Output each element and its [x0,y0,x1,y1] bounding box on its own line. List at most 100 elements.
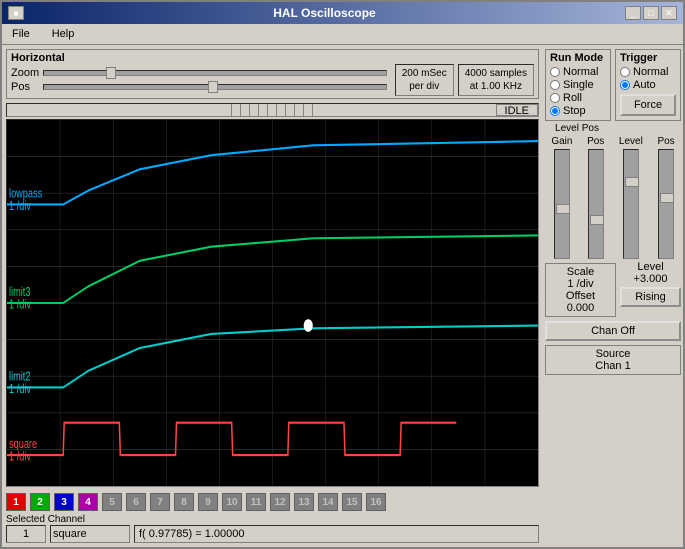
idle-button[interactable]: IDLE [496,104,538,116]
pos-slider-wrapper: Pos [587,136,604,259]
gain-label: Gain [551,136,572,147]
trig-level-slider-track [623,149,639,259]
pos-slider-thumb[interactable] [208,81,218,93]
run-mode-stop: Stop [550,105,606,117]
main-content: Horizontal Zoom Pos [2,45,683,547]
force-button[interactable]: Force [620,94,676,116]
menu-file[interactable]: File [6,26,36,42]
run-mode-single: Single [550,79,606,91]
channel-btn-12[interactable]: 12 [270,493,290,511]
trigger-auto-radio[interactable] [620,80,630,90]
trigger-auto-label: Auto [633,79,656,91]
channel-btn-10[interactable]: 10 [222,493,242,511]
run-mode-roll-radio[interactable] [550,93,560,103]
trig-level-slider-thumb[interactable] [625,177,639,187]
run-mode-single-label: Single [563,79,594,91]
svg-text:1 /div: 1 /div [9,298,31,312]
run-mode-roll: Roll [550,92,606,104]
zoom-slider-track [43,70,387,76]
selected-channel-label: Selected Channel [6,514,539,525]
formula-display: f( 0.97785) = 1.00000 [134,525,539,543]
zoom-label: Zoom [11,67,39,79]
trigger-normal: Normal [620,66,676,78]
run-mode-title: Run Mode [550,52,606,64]
selected-channel-row: f( 0.97785) = 1.00000 [6,525,539,543]
trig-pos-slider-track [658,149,674,259]
offset-label: Offset [550,290,611,302]
vert-pos-slider-thumb[interactable] [590,215,604,225]
run-mode-normal-radio[interactable] [550,67,560,77]
run-mode-normal: Normal [550,66,606,78]
gain-slider-thumb[interactable] [556,204,570,214]
run-mode-box: Run Mode Normal Single Roll [545,49,611,121]
scale-level-row: Scale 1 /div Offset 0.000 Level +3.000 R… [545,261,681,317]
level-pos-label: Level Pos [547,123,607,134]
trig-pos-slider-thumb[interactable] [660,193,674,203]
horizontal-title: Horizontal [11,52,65,64]
scale-box: Scale 1 /div Offset 0.000 [545,263,616,317]
level-rising-box: Level +3.000 Rising [620,261,681,317]
channel-btn-13[interactable]: 13 [294,493,314,511]
main-window: ■ HAL Oscilloscope _ □ ✕ File Help Horiz… [0,0,685,549]
minimize-button[interactable]: _ [625,6,641,20]
maximize-button[interactable]: □ [643,6,659,20]
level-pos-header: Level Pos [545,123,681,134]
channel-btn-15[interactable]: 15 [342,493,362,511]
chan-off-button[interactable]: Chan Off [545,321,681,341]
trigger-title: Trigger [620,52,676,64]
trigger-normal-label: Normal [633,66,668,78]
trigger-auto: Auto [620,79,676,91]
channel-btn-4[interactable]: 4 [78,493,98,511]
vert-pos-slider-track [588,149,604,259]
channel-btn-9[interactable]: 9 [198,493,218,511]
channel-btn-7[interactable]: 7 [150,493,170,511]
time-per-div: 200 mSecper div [395,64,454,96]
channel-btn-11[interactable]: 11 [246,493,266,511]
ruler-content: │ │ │ │ │ │ │ │ │ │ [229,105,317,116]
channel-btn-14[interactable]: 14 [318,493,338,511]
gain-slider-wrapper: Gain [551,136,572,259]
trig-pos-label: Pos [657,136,674,147]
window-icon: ■ [8,6,24,20]
scale-label: Scale [550,266,611,278]
trig-level-label: Level [619,136,643,147]
level-display-value: +3.000 [620,273,681,285]
channel-btn-8[interactable]: 8 [174,493,194,511]
samples-display: 4000 samplesat 1.00 KHz [458,64,534,96]
run-mode-roll-label: Roll [563,92,582,104]
trigger-normal-radio[interactable] [620,67,630,77]
svg-text:1 /div: 1 /div [9,200,31,214]
vertical-sliders-area: Gain Pos Level [545,136,681,259]
channel-btn-6[interactable]: 6 [126,493,146,511]
left-panel: Horizontal Zoom Pos [2,45,543,547]
trig-pos-slider-wrapper: Pos [657,136,674,259]
menu-help[interactable]: Help [46,26,81,42]
trig-level-slider-wrapper: Level [619,136,643,259]
channel-btn-1[interactable]: 1 [6,493,26,511]
level-display-label: Level [620,261,681,273]
channel-name-input[interactable] [50,525,130,543]
pos-label: Pos [11,81,39,93]
selected-channel-number[interactable] [6,525,46,543]
offset-value: 0.000 [550,302,611,314]
channel-btn-16[interactable]: 16 [366,493,386,511]
scale-value: 1 /div [550,278,611,290]
right-panel: Run Mode Normal Single Roll [543,45,683,547]
run-mode-single-radio[interactable] [550,80,560,90]
zoom-slider-thumb[interactable] [106,67,116,79]
svg-text:1 /div: 1 /div [9,383,31,397]
menu-bar: File Help [2,24,683,45]
scope-svg: lowpass 1 /div limit3 1 /div limit2 1 /d… [7,120,538,486]
channel-btn-3[interactable]: 3 [54,493,74,511]
channel-row: 1 2 3 4 5 6 7 8 9 10 11 12 13 14 15 16 [6,491,539,513]
window-controls: _ □ ✕ [625,6,677,20]
run-mode-stop-label: Stop [563,105,586,117]
trigger-box: Trigger Normal Auto Force [615,49,681,121]
channel-btn-5[interactable]: 5 [102,493,122,511]
rising-button[interactable]: Rising [620,287,681,307]
run-mode-stop-radio[interactable] [550,106,560,116]
close-button[interactable]: ✕ [661,6,677,20]
channel-btn-2[interactable]: 2 [30,493,50,511]
source-chan-box: Source Chan 1 [545,345,681,375]
time-ruler: │ │ │ │ │ │ │ │ │ │ IDLE [6,103,539,117]
